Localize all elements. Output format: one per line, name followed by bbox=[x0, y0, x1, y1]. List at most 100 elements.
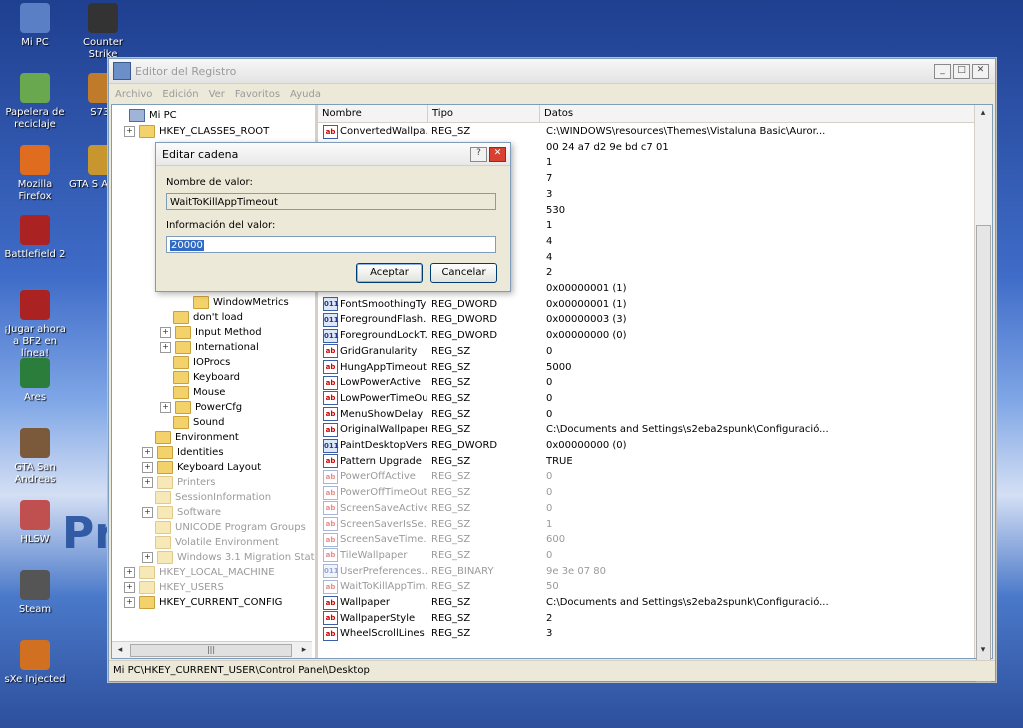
tree-node[interactable]: + HKEY_CLASSES_ROOT bbox=[124, 124, 269, 139]
scroll-up-arrow-icon[interactable]: ▴ bbox=[975, 105, 991, 121]
desktop-icon[interactable]: sXe Injected bbox=[0, 640, 70, 686]
table-row[interactable]: ab LowPowerTimeOut REG_SZ 0 bbox=[318, 391, 975, 406]
tree-node[interactable]: + Keyboard Layout bbox=[142, 460, 261, 475]
column-header-name[interactable]: Nombre bbox=[318, 105, 428, 122]
expand-toggle-icon[interactable]: + bbox=[160, 342, 171, 353]
cancel-button[interactable]: Cancelar bbox=[430, 263, 497, 283]
table-row[interactable]: ab WaitToKillAppTim... REG_SZ 50 bbox=[318, 579, 975, 594]
expand-toggle-icon[interactable]: + bbox=[160, 402, 171, 413]
dialog-title-bar[interactable]: Editar cadena ? ✕ bbox=[156, 143, 510, 166]
cell-type: REG_SZ bbox=[431, 361, 471, 373]
table-row[interactable]: ab WheelScrollLines REG_SZ 3 bbox=[318, 626, 975, 641]
menu-item[interactable]: Ayuda bbox=[290, 89, 321, 100]
close-button[interactable]: ✕ bbox=[972, 63, 989, 79]
tree-node[interactable]: + Software bbox=[142, 505, 221, 520]
table-row[interactable]: ab ConvertedWallpa... REG_SZ C:\WINDOWS\res… bbox=[318, 124, 975, 139]
table-row[interactable]: ab ScreenSaveTime... REG_SZ 600 bbox=[318, 532, 975, 547]
tree-node[interactable]: + HKEY_CURRENT_CONFIG bbox=[124, 595, 282, 610]
expand-toggle-icon[interactable]: + bbox=[124, 582, 135, 593]
desktop-icon[interactable]: HLSW bbox=[0, 500, 70, 546]
desktop-icon[interactable]: Mozilla Firefox bbox=[0, 145, 70, 203]
table-row[interactable]: 011 ForegroundFlash... REG_DWORD 0x00000003… bbox=[318, 312, 975, 327]
tree-node[interactable]: + Identities bbox=[142, 445, 224, 460]
tree-node[interactable]: Mi PC bbox=[116, 108, 177, 123]
expand-toggle-icon[interactable]: + bbox=[142, 552, 153, 563]
maximize-button[interactable]: □ bbox=[953, 63, 970, 79]
minimize-button[interactable]: _ bbox=[934, 63, 951, 79]
table-row[interactable]: ab Wallpaper REG_SZ C:\Documents and Settin… bbox=[318, 595, 975, 610]
value-data-input[interactable]: 20000 bbox=[166, 236, 496, 253]
expand-toggle-icon[interactable]: + bbox=[160, 327, 171, 338]
tree-node[interactable]: don't load bbox=[160, 310, 243, 325]
cell-name: 011PaintDesktopVers... bbox=[318, 438, 427, 453]
table-row[interactable]: ab PowerOffActive REG_SZ 0 bbox=[318, 469, 975, 484]
expand-toggle-icon[interactable]: + bbox=[142, 462, 153, 473]
tree-node[interactable]: + HKEY_USERS bbox=[124, 580, 224, 595]
tree-node[interactable]: + Input Method bbox=[160, 325, 262, 340]
menu-item[interactable]: Edición bbox=[162, 89, 198, 100]
tree-node[interactable]: Volatile Environment bbox=[142, 535, 279, 550]
table-row[interactable]: ab PowerOffTimeOut REG_SZ 0 bbox=[318, 485, 975, 500]
table-row[interactable]: ab OriginalWallpaper REG_SZ C:\Documents an… bbox=[318, 422, 975, 437]
ok-button[interactable]: Aceptar bbox=[356, 263, 423, 283]
tree-node[interactable]: + PowerCfg bbox=[160, 400, 242, 415]
desktop-icon[interactable]: Counter Strike bbox=[68, 3, 138, 61]
tree-node[interactable]: Environment bbox=[142, 430, 239, 445]
table-row[interactable]: ab MenuShowDelay REG_SZ 0 bbox=[318, 407, 975, 422]
scroll-left-arrow-icon[interactable]: ◂ bbox=[112, 642, 128, 658]
expand-toggle-icon[interactable]: + bbox=[124, 567, 135, 578]
table-row[interactable]: 011 ForegroundLockT... REG_DWORD 0x00000000… bbox=[318, 328, 975, 343]
table-row[interactable]: 011 UserPreferences... REG_BINARY 9e 3e 07 … bbox=[318, 564, 975, 579]
expand-toggle-icon[interactable]: + bbox=[142, 477, 153, 488]
expand-toggle-icon[interactable]: + bbox=[124, 597, 135, 608]
table-row[interactable]: 011PaintDesktopVers... REG_DWORD 0x0000000… bbox=[318, 438, 975, 453]
table-row[interactable]: ab GridGranularity REG_SZ 0 bbox=[318, 344, 975, 359]
table-row[interactable]: ab ScreenSaveActive REG_SZ 0 bbox=[318, 501, 975, 516]
desktop-icon[interactable]: Papelera de reciclaje bbox=[0, 73, 70, 131]
scroll-down-arrow-icon[interactable]: ▾ bbox=[975, 642, 991, 658]
tree-node[interactable]: + Printers bbox=[142, 475, 215, 490]
desktop-icon[interactable]: Steam bbox=[0, 570, 70, 616]
menu-item[interactable]: Favoritos bbox=[235, 89, 280, 100]
expand-toggle-icon[interactable]: + bbox=[142, 447, 153, 458]
table-row[interactable]: ab HungAppTimeout REG_SZ 5000 bbox=[318, 360, 975, 375]
value-name: ScreenSaveActive bbox=[340, 502, 427, 514]
table-row[interactable]: ab Pattern Upgrade REG_SZ TRUE bbox=[318, 454, 975, 469]
table-row[interactable]: ab LowPowerActive REG_SZ 0 bbox=[318, 375, 975, 390]
values-vertical-scrollbar[interactable]: ▴ ▾ bbox=[974, 105, 992, 682]
tree-node[interactable]: + Windows 3.1 Migration Status bbox=[142, 550, 315, 565]
tree-node[interactable]: Mouse bbox=[160, 385, 225, 400]
table-row[interactable]: ab WallpaperStyle REG_SZ 2 bbox=[318, 611, 975, 626]
tree-node[interactable]: WindowMetrics bbox=[180, 295, 289, 310]
column-header-type[interactable]: Tipo bbox=[428, 105, 540, 122]
expand-toggle-icon[interactable]: + bbox=[124, 126, 135, 137]
tree-node[interactable]: Keyboard bbox=[160, 370, 240, 385]
tree-node[interactable]: IOProcs bbox=[160, 355, 230, 370]
help-button[interactable]: ? bbox=[470, 146, 487, 162]
desktop-icon[interactable]: Ares bbox=[0, 358, 70, 404]
scroll-thumb[interactable]: ||| bbox=[130, 644, 292, 657]
tree-node[interactable]: SessionInformation bbox=[142, 490, 271, 505]
tree-node[interactable]: UNICODE Program Groups bbox=[142, 520, 306, 535]
tree-horizontal-scrollbar[interactable]: ◂ ||| ▸ bbox=[112, 641, 312, 658]
desktop-icon[interactable]: GTA San Andreas bbox=[0, 428, 70, 486]
tree-node[interactable]: + HKEY_LOCAL_MACHINE bbox=[124, 565, 275, 580]
cell-name: ab GridGranularity bbox=[318, 344, 427, 359]
value-name: HungAppTimeout bbox=[340, 361, 427, 373]
desktop-icon[interactable]: Mi PC bbox=[0, 3, 70, 49]
expand-toggle-icon[interactable]: + bbox=[142, 507, 153, 518]
tree-node[interactable]: Sound bbox=[160, 415, 225, 430]
desktop-icon[interactable]: Battlefield 2 bbox=[0, 215, 70, 261]
menu-item[interactable]: Ver bbox=[209, 89, 225, 100]
dialog-close-button[interactable]: ✕ bbox=[489, 146, 506, 162]
scroll-thumb[interactable] bbox=[976, 225, 991, 682]
column-header-data[interactable]: Datos bbox=[540, 105, 975, 122]
title-bar[interactable]: Editor del Registro _ □ ✕ bbox=[109, 59, 995, 84]
table-row[interactable]: ab TileWallpaper REG_SZ 0 bbox=[318, 548, 975, 563]
table-row[interactable]: ab ScreenSaverIsSe... REG_SZ 1 bbox=[318, 517, 975, 532]
tree-node[interactable]: + International bbox=[160, 340, 259, 355]
scroll-right-arrow-icon[interactable]: ▸ bbox=[296, 642, 312, 658]
table-row[interactable]: 011FontSmoothingType REG_DWORD 0x00000001 … bbox=[318, 297, 975, 312]
desktop-icon[interactable]: ¡Jugar ahora a BF2 en línea! bbox=[0, 290, 70, 360]
menu-item[interactable]: Archivo bbox=[115, 89, 152, 100]
